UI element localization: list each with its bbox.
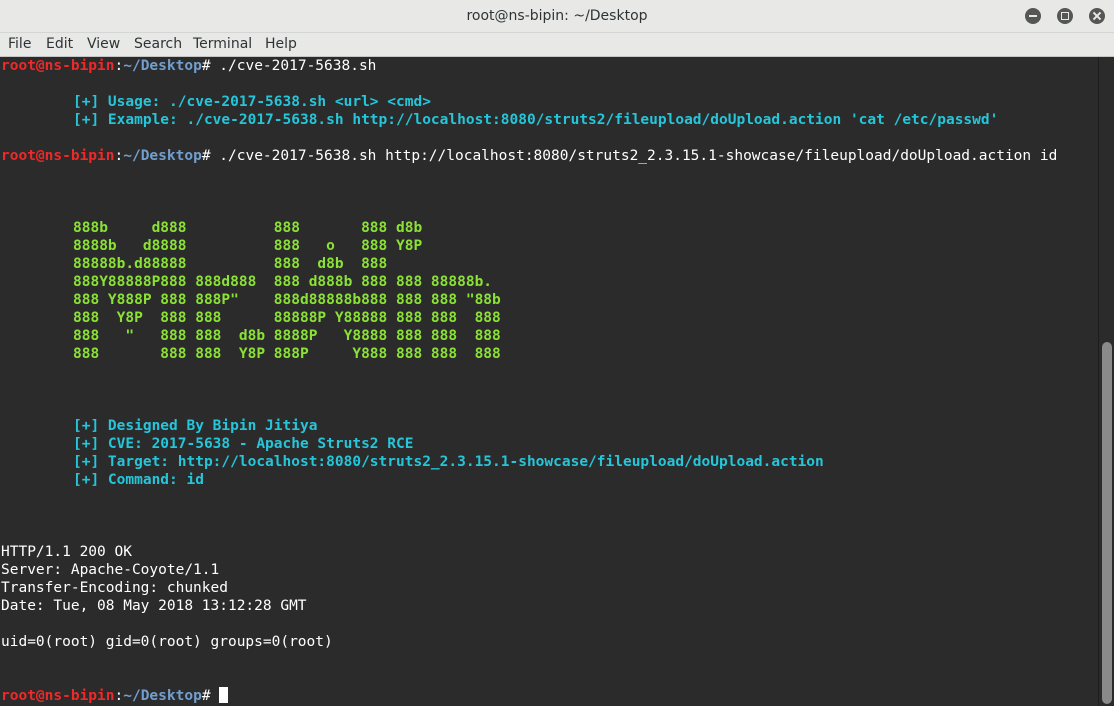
- banner-line: 888Y88888P888 888d888 888 d888b 888 888 …: [73, 274, 493, 290]
- info-command: [+] Command: id: [73, 472, 204, 488]
- banner-line: 888 Y8P 888 888 88888P Y88888 888 888 88…: [73, 310, 501, 326]
- command-text: ./cve-2017-5638.sh: [219, 58, 377, 74]
- prompt-separator: :: [114, 688, 124, 704]
- prompt-line[interactable]: root@ns-bipin:~/Desktop#: [1, 687, 229, 705]
- window-title: root@ns-bipin: ~/Desktop: [466, 8, 648, 24]
- close-icon[interactable]: [1089, 8, 1105, 24]
- minimize-icon[interactable]: [1025, 8, 1041, 24]
- prompt-user-host: root@ns-bipin: [1, 58, 115, 74]
- prompt-user-host: root@ns-bipin: [1, 688, 115, 704]
- cursor: [219, 687, 229, 703]
- maximize-icon[interactable]: [1057, 8, 1073, 24]
- info-designer: [+] Designed By Bipin Jitiya: [73, 418, 318, 434]
- menu-edit[interactable]: Edit: [46, 33, 73, 56]
- usage-line: [+] Usage: ./cve-2017-5638.sh <url> <cmd…: [73, 94, 431, 110]
- prompt-path: ~/Desktop: [123, 58, 202, 74]
- http-header: Server: Apache-Coyote/1.1: [1, 562, 220, 578]
- prompt-line: root@ns-bipin:~/Desktop# ./cve-2017-5638…: [1, 147, 1057, 165]
- http-status: HTTP/1.1 200 OK: [1, 544, 132, 560]
- banner-line: 888 888 888 Y8P 888P Y888 888 888 888: [73, 346, 501, 362]
- prompt-symbol: #: [201, 148, 220, 164]
- banner-line: 888 " 888 888 d8b 8888P Y8888 888 888 88…: [73, 328, 501, 344]
- menu-file[interactable]: File: [8, 33, 31, 56]
- prompt-path: ~/Desktop: [123, 148, 202, 164]
- title-bar[interactable]: root@ns-bipin: ~/Desktop: [0, 0, 1114, 33]
- command-output: uid=0(root) gid=0(root) groups=0(root): [1, 634, 333, 650]
- command-text: ./cve-2017-5638.sh http://localhost:8080…: [219, 148, 1058, 164]
- prompt-user-host: root@ns-bipin: [1, 148, 115, 164]
- info-cve: [+] CVE: 2017-5638 - Apache Struts2 RCE: [73, 436, 414, 452]
- prompt-path: ~/Desktop: [123, 688, 202, 704]
- terminal-output[interactable]: root@ns-bipin:~/Desktop# ./cve-2017-5638…: [0, 57, 1098, 706]
- prompt-separator: :: [114, 58, 124, 74]
- prompt-line: root@ns-bipin:~/Desktop# ./cve-2017-5638…: [1, 57, 376, 75]
- scrollbar[interactable]: [1098, 57, 1114, 706]
- menu-help[interactable]: Help: [265, 33, 297, 56]
- info-target: [+] Target: http://localhost:8080/struts…: [73, 454, 824, 470]
- menu-bar: File Edit View Search Terminal Help: [0, 33, 1114, 57]
- menu-view[interactable]: View: [87, 33, 120, 56]
- http-header: Transfer-Encoding: chunked: [1, 580, 228, 596]
- banner-line: 88888b.d88888 888 d8b 888: [73, 256, 388, 272]
- scrollbar-thumb[interactable]: [1102, 342, 1112, 704]
- http-header: Date: Tue, 08 May 2018 13:12:28 GMT: [1, 598, 307, 614]
- menu-terminal[interactable]: Terminal: [193, 33, 252, 56]
- banner-line: 888b d888 888 888 d8b: [73, 220, 423, 236]
- prompt-separator: :: [114, 148, 124, 164]
- prompt-symbol: #: [201, 58, 220, 74]
- example-line: [+] Example: ./cve-2017-5638.sh http://l…: [73, 112, 999, 128]
- menu-search[interactable]: Search: [134, 33, 182, 56]
- banner-line: 888 Y888P 888 888P" 888d88888b888 888 88…: [73, 292, 501, 308]
- banner-line: 8888b d8888 888 o 888 Y8P: [73, 238, 423, 254]
- prompt-symbol: #: [201, 688, 220, 704]
